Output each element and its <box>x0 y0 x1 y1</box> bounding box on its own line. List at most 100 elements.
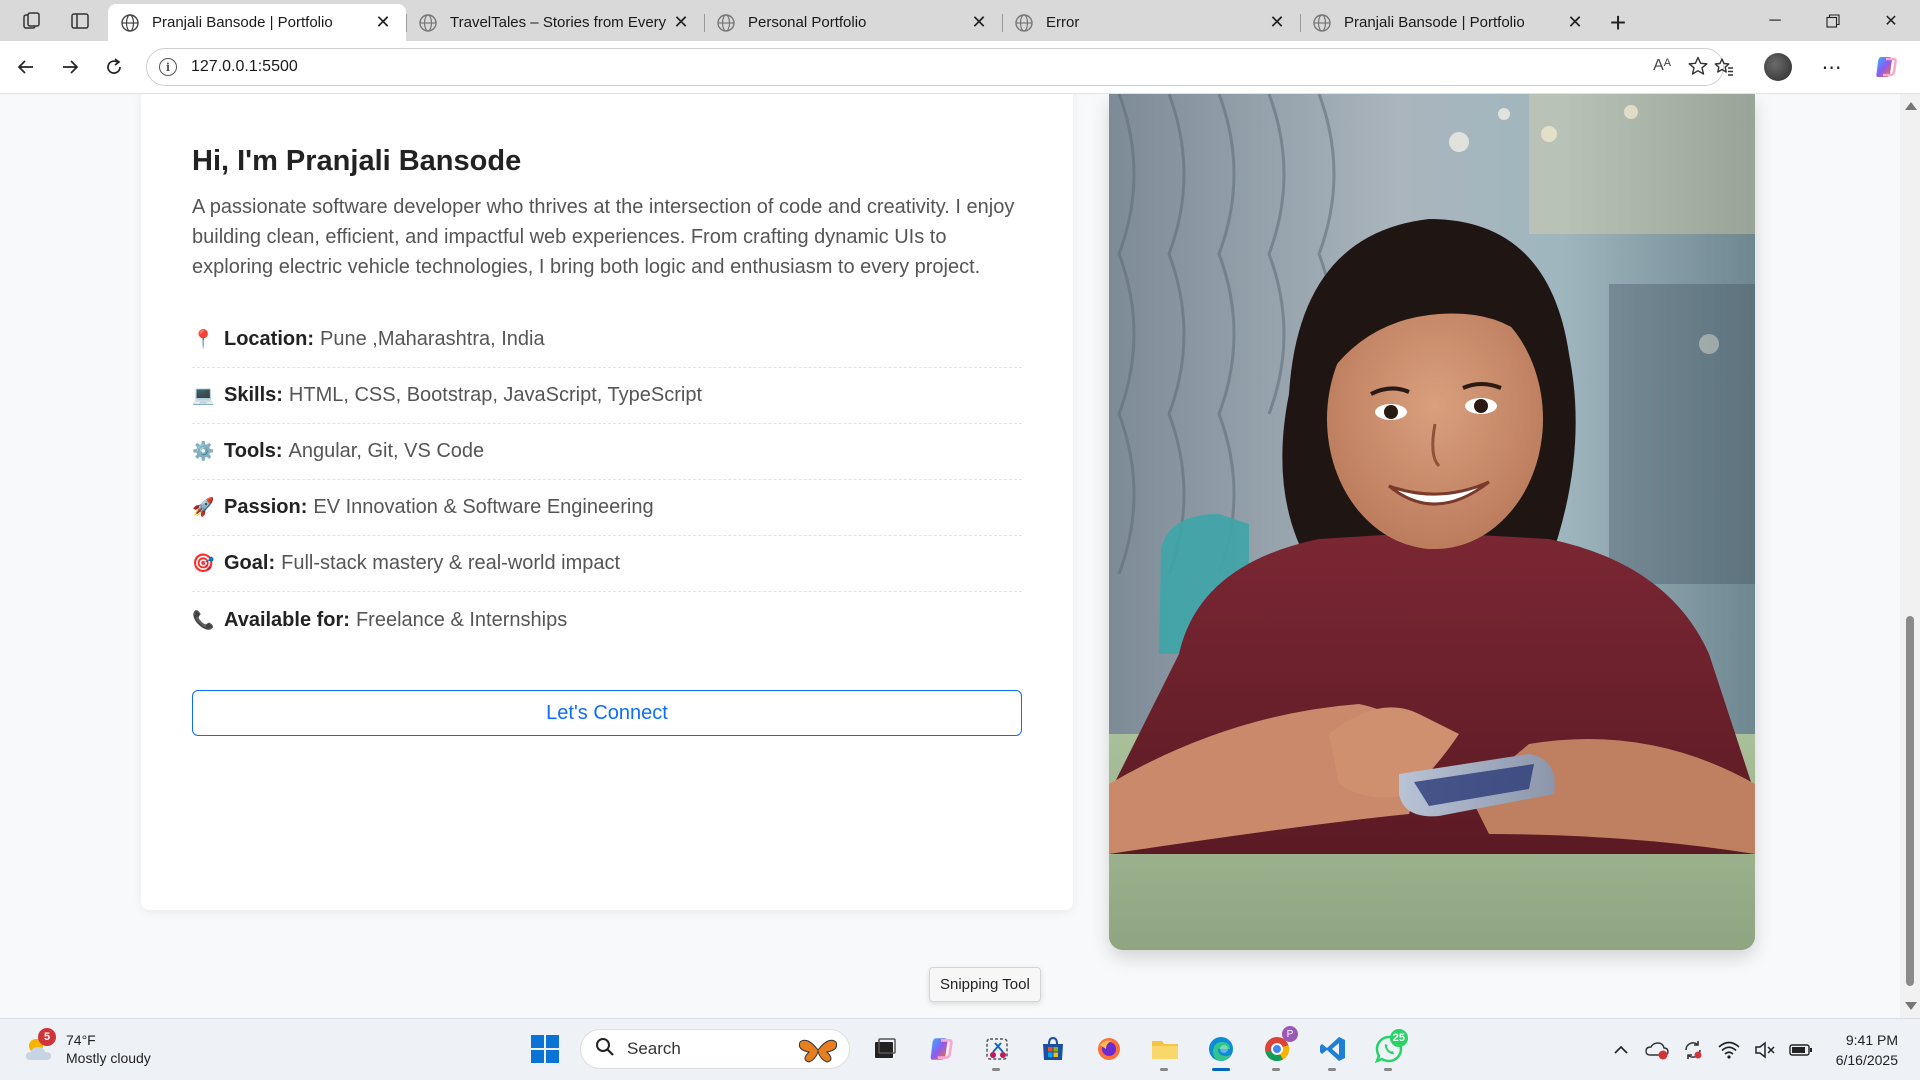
favorites-icon[interactable] <box>1704 49 1744 85</box>
tab-personal-portfolio[interactable]: Personal Portfolio ✕ <box>704 4 1002 41</box>
taskbar-search[interactable]: Search <box>580 1029 850 1069</box>
scrollbar-thumb[interactable] <box>1906 616 1914 986</box>
whatsapp-unread-badge: 25 <box>1389 1029 1408 1047</box>
location-pin-icon: 📍 <box>192 329 215 349</box>
list-item: 📞 Available for: Freelance & Internships <box>192 592 1022 648</box>
scroll-down-arrow-icon[interactable] <box>1905 1002 1917 1010</box>
rocket-icon: 🚀 <box>192 497 215 517</box>
fact-label: Location: <box>224 328 314 350</box>
close-tab-icon[interactable]: ✕ <box>1564 12 1586 34</box>
fact-value: Full-stack mastery & real-world impact <box>281 552 621 574</box>
copilot-app-icon[interactable] <box>920 1026 962 1072</box>
cloudy-weather-icon: 5 <box>22 1028 56 1066</box>
tab-portfolio-active[interactable]: Pranjali Bansode | Portfolio ✕ <box>108 4 406 41</box>
clock-time: 9:41 PM <box>1845 1032 1898 1048</box>
globe-icon <box>1313 13 1331 32</box>
target-icon: 🎯 <box>192 553 215 573</box>
volume-muted-icon[interactable] <box>1750 1035 1780 1065</box>
tab-title: Personal Portfolio <box>748 14 867 31</box>
address-bar[interactable]: i 127.0.0.1:5500 Aᴬ <box>146 48 1724 86</box>
microsoft-store-icon[interactable] <box>1032 1026 1074 1072</box>
fact-value: HTML, CSS, Bootstrap, JavaScript, TypeSc… <box>288 384 703 406</box>
back-button[interactable] <box>4 49 48 85</box>
list-item: 🚀 Passion: EV Innovation & Software Engi… <box>192 480 1022 536</box>
laptop-icon: 💻 <box>192 385 215 405</box>
refresh-button[interactable] <box>92 49 136 85</box>
tab-portfolio-2[interactable]: Pranjali Bansode | Portfolio ✕ <box>1300 4 1598 41</box>
chrome-profile-badge-icon: P <box>1282 1026 1298 1042</box>
list-item: 🎯 Goal: Full-stack mastery & real-world … <box>192 536 1022 592</box>
chrome-icon[interactable]: P <box>1256 1026 1298 1072</box>
chevron-up-icon[interactable] <box>1606 1035 1636 1065</box>
profile-photo <box>1109 94 1755 950</box>
close-window-button[interactable]: ✕ <box>1862 0 1920 41</box>
globe-icon <box>717 13 735 32</box>
snipping-tool-tooltip: Snipping Tool <box>929 967 1041 1002</box>
forward-button[interactable] <box>48 49 92 85</box>
scroll-up-arrow-icon[interactable] <box>1905 102 1917 110</box>
system-clock[interactable]: 9:41 PM 6/16/2025 <box>1836 1030 1898 1070</box>
more-menu-icon[interactable]: ⋯ <box>1812 49 1852 85</box>
onedrive-error-icon[interactable] <box>1642 1035 1672 1065</box>
facts-list: 📍 Location: Pune ,Maharashtra, India 💻 S… <box>192 312 1022 648</box>
close-tab-icon[interactable]: ✕ <box>1266 12 1288 34</box>
file-explorer-icon[interactable] <box>1144 1026 1186 1072</box>
tab-title: Error <box>1046 14 1080 31</box>
start-button[interactable] <box>524 1026 566 1072</box>
new-tab-button[interactable]: + <box>1598 4 1638 41</box>
weather-widget[interactable]: 5 74°F Mostly cloudy <box>22 1028 151 1067</box>
page-scrollbar[interactable] <box>1900 94 1920 1018</box>
list-item: ⚙️ Tools: Angular, Git, VS Code <box>192 424 1022 480</box>
weather-condition: Mostly cloudy <box>66 1050 151 1066</box>
close-tab-icon[interactable]: ✕ <box>372 12 394 34</box>
system-tray: 9:41 PM 6/16/2025 <box>1606 1019 1920 1080</box>
fact-value: Pune ,Maharashtra, India <box>320 328 545 350</box>
workspaces-icon[interactable] <box>14 5 50 37</box>
tab-title: Pranjali Bansode | Portfolio <box>1344 14 1525 31</box>
page-viewport: Hi, I'm Pranjali Bansode A passionate so… <box>0 94 1900 1018</box>
task-view-icon[interactable] <box>864 1026 906 1072</box>
clock-date: 6/16/2025 <box>1835 1052 1898 1068</box>
site-info-icon[interactable]: i <box>159 58 177 76</box>
read-aloud-icon[interactable]: Aᴬ <box>1653 57 1671 75</box>
tab-title: Pranjali Bansode | Portfolio <box>152 14 333 31</box>
fact-value: Angular, Git, VS Code <box>288 440 485 462</box>
windows-taskbar: 5 74°F Mostly cloudy Search P 25 9:41 PM… <box>0 1018 1920 1080</box>
search-placeholder: Search <box>627 1039 681 1058</box>
fact-label: Available for: <box>224 608 350 631</box>
restore-button[interactable] <box>1804 0 1862 41</box>
minimize-button[interactable]: ─ <box>1746 0 1804 41</box>
globe-icon <box>121 13 139 32</box>
list-item: 📍 Location: Pune ,Maharashtra, India <box>192 312 1022 368</box>
phone-icon: 📞 <box>192 609 215 630</box>
vertical-tabs-icon[interactable] <box>62 5 98 37</box>
browser-toolbar: i 127.0.0.1:5500 Aᴬ ⋯ <box>0 41 1920 94</box>
profile-avatar[interactable] <box>1758 49 1798 85</box>
bio-paragraph: A passionate software developer who thri… <box>192 196 1015 278</box>
tab-error[interactable]: Error ✕ <box>1002 4 1300 41</box>
gear-icon: ⚙️ <box>192 441 215 461</box>
url-text[interactable]: 127.0.0.1:5500 <box>191 58 298 76</box>
snipping-tool-icon[interactable] <box>976 1026 1018 1072</box>
battery-icon[interactable] <box>1786 1035 1816 1065</box>
edge-browser-icon[interactable] <box>1200 1026 1242 1072</box>
globe-icon <box>419 13 437 32</box>
vscode-icon[interactable] <box>1312 1026 1354 1072</box>
sync-icon[interactable] <box>1678 1035 1708 1065</box>
fact-value: EV Innovation & Software Engineering <box>313 496 654 518</box>
tab-traveltales[interactable]: TravelTales – Stories from Every Co ✕ <box>406 4 704 41</box>
firefox-icon[interactable] <box>1088 1026 1130 1072</box>
tab-title: TravelTales – Stories from Every Co <box>450 14 670 31</box>
lets-connect-button[interactable]: Let's Connect <box>192 690 1022 736</box>
fact-label: Skills: <box>224 384 283 406</box>
search-icon <box>595 1037 615 1062</box>
fact-label: Tools: <box>224 440 283 462</box>
globe-icon <box>1015 13 1033 32</box>
copilot-icon[interactable] <box>1866 49 1906 85</box>
page-title: Hi, I'm Pranjali Bansode <box>192 145 522 177</box>
list-item: 💻 Skills: HTML, CSS, Bootstrap, JavaScri… <box>192 368 1022 424</box>
close-tab-icon[interactable]: ✕ <box>968 12 990 34</box>
wifi-icon[interactable] <box>1714 1035 1744 1065</box>
whatsapp-icon[interactable]: 25 <box>1368 1026 1410 1072</box>
close-tab-icon[interactable]: ✕ <box>670 12 692 34</box>
